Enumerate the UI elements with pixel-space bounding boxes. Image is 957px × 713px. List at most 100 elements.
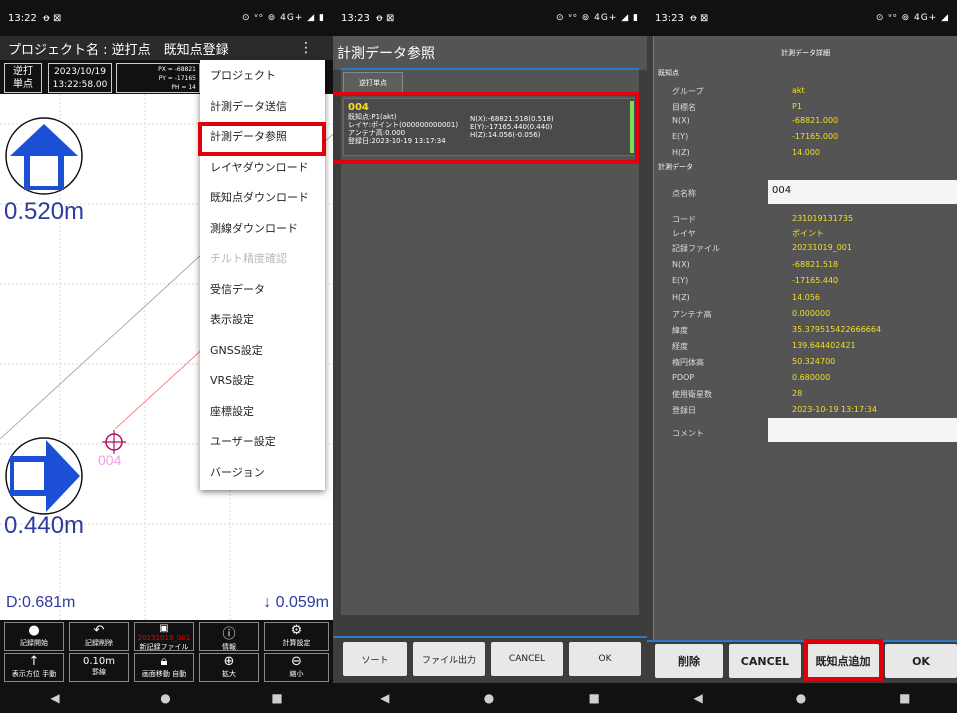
known-label-h: H(Z) xyxy=(672,148,690,157)
status-icons: ꝋ ⊠ xyxy=(42,12,62,24)
delete-button[interactable]: 削除 xyxy=(655,644,723,678)
m-label-e: E(Y) xyxy=(672,276,689,285)
east-arrow-icon xyxy=(5,437,83,515)
recents-icon[interactable]: ■ xyxy=(899,691,910,705)
system-nav-bar: ◀ ● ■ xyxy=(333,683,647,713)
menu-item-version[interactable]: バージョン xyxy=(200,457,325,488)
m-value-antenna: 0.000000 xyxy=(792,309,831,318)
m-label-lat: 緯度 xyxy=(672,326,688,335)
menu-item-coordinate-settings[interactable]: 座標設定 xyxy=(200,396,325,427)
m-label-satellites: 使用衛星数 xyxy=(672,390,712,399)
highlight-box xyxy=(333,92,639,164)
record-icon: ● xyxy=(28,623,40,638)
m-value-satellites: 28 xyxy=(792,389,803,398)
home-icon[interactable]: ● xyxy=(160,691,170,705)
height-diff: ↓ 0.059m xyxy=(263,594,329,611)
known-value-e: -17165.000 xyxy=(792,132,839,141)
zoom-in-icon: ⊕ xyxy=(223,654,235,669)
m-value-date: 2023-10-19 13:17:34 xyxy=(792,405,877,414)
m-value-h: 14.056 xyxy=(792,293,820,302)
status-icons: ꝋ ⊠ xyxy=(689,12,709,24)
date-text: 2023/10/19 xyxy=(54,67,106,77)
comment-label: コメント xyxy=(672,429,704,438)
button-bar xyxy=(333,636,647,638)
grid-button[interactable]: 0.10m 罫線 xyxy=(69,653,129,682)
menu-item-vrs-settings[interactable]: VRS設定 xyxy=(200,365,325,396)
record-start-button[interactable]: ● 記録開始 xyxy=(4,622,64,651)
status-right-icons: ⊙ ᵛᵒ ⊚ 4G+ ◢ ▮ xyxy=(242,13,325,23)
m-label-date: 登録日 xyxy=(672,406,696,415)
menu-item-display-settings[interactable]: 表示設定 xyxy=(200,304,325,335)
screen-move-button[interactable]: 🔒︎ 画面移動 自動 xyxy=(134,653,194,682)
back-icon[interactable]: ◀ xyxy=(693,691,702,705)
m-label-ellipsoid: 楕円体高 xyxy=(672,358,704,367)
menu-item-send-data[interactable]: 計測データ送信 xyxy=(200,91,325,122)
status-bar: 13:23 ꝋ ⊠ ⊙ ᵛᵒ ⊚ 4G+ ◢ xyxy=(647,0,957,36)
zoom-out-icon: ⊖ xyxy=(291,654,302,669)
record-delete-button[interactable]: ↶ 記録削除 xyxy=(69,622,129,651)
known-label-e: E(Y) xyxy=(672,132,689,141)
menu-item-layer-download[interactable]: レイヤダウンロード xyxy=(200,152,325,183)
status-bar: 13:22 ꝋ ⊠ ⊙ ᵛᵒ ⊚ 4G+ ◢ ▮ xyxy=(0,0,333,36)
north-arrow-icon xyxy=(5,117,83,195)
known-value-n: -68821.000 xyxy=(792,116,839,125)
overflow-menu-icon[interactable]: ⋮ xyxy=(299,40,313,56)
toolbar-file-name: 20231019_001 xyxy=(137,634,191,642)
menu-item-project[interactable]: プロジェクト xyxy=(200,60,325,91)
toolbar-label: 計算設定 xyxy=(282,639,311,647)
cancel-button[interactable]: CANCEL xyxy=(491,642,563,676)
comment-input[interactable] xyxy=(768,418,957,442)
menu-item-user-settings[interactable]: ユーザー設定 xyxy=(200,426,325,457)
cancel-button[interactable]: CANCEL xyxy=(729,644,801,678)
home-icon[interactable]: ● xyxy=(796,691,806,705)
status-right-icons: ⊙ ᵛᵒ ⊚ 4G+ ◢ xyxy=(875,13,949,23)
known-label-target: 目標名 xyxy=(672,103,696,112)
m-label-code: コード xyxy=(672,215,696,224)
toolbar-label: 記録開始 xyxy=(20,639,48,647)
system-nav-bar: ◀ ● ■ xyxy=(0,683,333,713)
new-file-button[interactable]: ▣ 20231019_001 新記録ファイル xyxy=(134,622,194,651)
status-time: 13:22 xyxy=(8,12,37,24)
zoom-out-button[interactable]: ⊖ 縮小 xyxy=(264,653,329,682)
ok-button[interactable]: OK xyxy=(885,644,957,678)
section-measured: 計測データ xyxy=(658,163,693,171)
m-value-e: -17165.440 xyxy=(792,276,839,285)
px-text: PX = -68821 xyxy=(158,66,196,73)
orientation-button[interactable]: ↑ 表示方位 手動 xyxy=(4,653,64,682)
menu-item-known-point-download[interactable]: 既知点ダウンロード xyxy=(200,182,325,213)
screen-data-detail: 13:23 ꝋ ⊠ ⊙ ᵛᵒ ⊚ 4G+ ◢ 計測データ詳細 既知点 グループ … xyxy=(647,0,957,713)
ph-text: PH = 14 xyxy=(171,84,196,91)
toolbar-label: 新記録ファイル xyxy=(139,643,189,651)
m-label-h: H(Z) xyxy=(672,293,690,302)
home-icon[interactable]: ● xyxy=(484,691,494,705)
m-value-ellipsoid: 50.324700 xyxy=(792,357,836,366)
m-label-n: N(X) xyxy=(672,260,690,269)
system-nav-bar: ◀ ● ■ xyxy=(647,683,957,713)
m-label-antenna: アンテナ高 xyxy=(672,310,712,319)
sort-button[interactable]: ソート xyxy=(343,642,407,676)
status-time: 13:23 xyxy=(655,12,684,24)
mode-badge[interactable]: 逆打 単点 xyxy=(4,63,42,93)
point-name-input[interactable]: 004 xyxy=(768,180,957,204)
recents-icon[interactable]: ■ xyxy=(589,691,600,705)
info-button[interactable]: ⓘ 情報 xyxy=(199,622,259,651)
export-file-button[interactable]: ファイル出力 xyxy=(413,642,485,676)
zoom-in-button[interactable]: ⊕ 拡大 xyxy=(199,653,259,682)
menu-item-received-data[interactable]: 受信データ xyxy=(200,274,325,305)
calc-settings-button[interactable]: ⚙ 計算設定 xyxy=(264,622,329,651)
ok-button[interactable]: OK xyxy=(569,642,641,676)
menu-item-gnss-settings[interactable]: GNSS設定 xyxy=(200,335,325,366)
recents-icon[interactable]: ■ xyxy=(271,691,282,705)
tab-single-point[interactable]: 逆打単点 xyxy=(343,72,403,94)
back-icon[interactable]: ◀ xyxy=(50,691,59,705)
position-box: PX = -68821 PY = -17165 PH = 14 xyxy=(116,63,200,93)
info-icon: ⓘ xyxy=(222,627,236,642)
page-title-text: プロジェクト名 : 逆打点 既知点登録 xyxy=(8,42,229,58)
menu-item-line-download[interactable]: 測線ダウンロード xyxy=(200,213,325,244)
status-bar: 13:23 ꝋ ⊠ ⊙ ᵛᵒ ⊚ 4G+ ◢ ▮ xyxy=(333,0,647,36)
gear-icon: ⚙ xyxy=(290,623,303,638)
point-label: 004 xyxy=(98,452,122,468)
m-label-file: 記録ファイル xyxy=(672,244,720,253)
back-icon[interactable]: ◀ xyxy=(380,691,389,705)
m-value-pdop: 0.680000 xyxy=(792,373,831,382)
